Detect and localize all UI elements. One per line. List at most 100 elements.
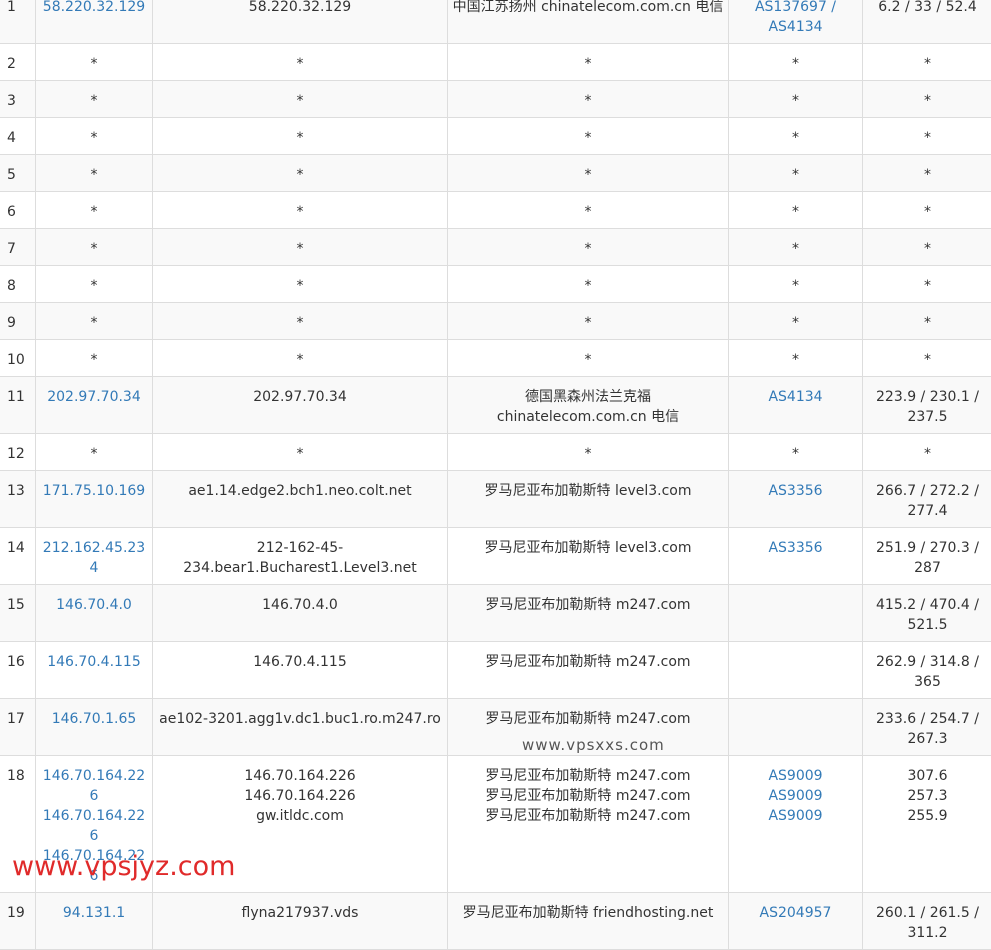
hop-ip: * [40, 54, 148, 74]
hop-asn-link[interactable]: AS3356 [733, 538, 858, 558]
hop-latency: 257.3 [867, 786, 988, 806]
hop-hostname: * [157, 165, 443, 185]
hop-ip-link[interactable]: 146.70.1.65 [40, 709, 148, 729]
hop-latency: * [867, 444, 988, 464]
hop-ip: * [40, 313, 148, 333]
table-row: 6***** [0, 192, 991, 229]
hop-number: 6 [0, 192, 36, 229]
hop-hostname-cell: * [153, 266, 448, 303]
hop-asn-cell: * [729, 434, 863, 471]
hop-hostname-cell: 58.220.32.129 [153, 0, 448, 44]
hop-ip: * [40, 91, 148, 111]
hop-number: 4 [0, 118, 36, 155]
hop-asn: * [733, 239, 858, 259]
hop-ip-link[interactable]: 146.70.4.0 [40, 595, 148, 615]
table-row: 11202.97.70.34202.97.70.34德国黑森州法兰克福china… [0, 377, 991, 434]
hop-asn: * [733, 91, 858, 111]
hop-asn-cell: * [729, 44, 863, 81]
hop-latency: 266.7 / 272.2 / [867, 481, 988, 501]
hop-latency: 262.9 / 314.8 / [867, 652, 988, 672]
hop-hostname: * [157, 444, 443, 464]
table-row: 2***** [0, 44, 991, 81]
hop-latency-cell: * [863, 266, 991, 303]
hop-hostname-cell: ae1.14.edge2.bch1.neo.colt.net [153, 471, 448, 528]
hop-ip-link[interactable]: 171.75.10.169 [40, 481, 148, 501]
hop-ip-cell: * [36, 192, 153, 229]
hop-latency: * [867, 239, 988, 259]
hop-latency: 365 [867, 672, 988, 692]
hop-ip-link[interactable]: 146.70.164.226 [40, 806, 148, 846]
hop-location-cell: 罗马尼亚布加勒斯特 m247.com [448, 642, 729, 699]
hop-location: 罗马尼亚布加勒斯特 level3.com [452, 481, 724, 501]
hop-location-cell: * [448, 340, 729, 377]
table-row: 9***** [0, 303, 991, 340]
hop-asn-cell: AS3356 [729, 471, 863, 528]
hop-asn-cell: * [729, 118, 863, 155]
hop-asn-cell: AS4134 [729, 377, 863, 434]
hop-asn-cell: AS3356 [729, 528, 863, 585]
hop-location-cell: * [448, 303, 729, 340]
table-row: 7***** [0, 229, 991, 266]
hop-latency-cell: 262.9 / 314.8 /365 [863, 642, 991, 699]
hop-latency: 277.4 [867, 501, 988, 521]
table-row: 158.220.32.12958.220.32.129中国江苏扬州 chinat… [0, 0, 991, 44]
hop-ip-link[interactable]: 212.162.45.234 [40, 538, 148, 578]
hop-hostname-cell: ae102-3201.agg1v.dc1.buc1.ro.m247.ro [153, 699, 448, 756]
hop-ip-cell: * [36, 118, 153, 155]
hop-location: 中国江苏扬州 chinatelecom.com.cn 电信 [452, 0, 724, 17]
watermark-vpsxxs: www.vpsxxs.com [522, 736, 665, 754]
hop-hostname-cell: 146.70.4.115 [153, 642, 448, 699]
hop-asn: * [733, 202, 858, 222]
hop-location: * [452, 165, 724, 185]
hop-hostname: 146.70.164.226 [157, 766, 443, 786]
hop-asn-link[interactable]: AS204957 [733, 903, 858, 923]
hop-asn-link[interactable]: AS137697 / [733, 0, 858, 17]
hop-number: 7 [0, 229, 36, 266]
hop-ip: * [40, 350, 148, 370]
hop-asn-cell: AS9009AS9009AS9009 [729, 756, 863, 893]
hop-ip-cell: * [36, 81, 153, 118]
hop-latency-cell: * [863, 229, 991, 266]
hop-hostname-cell: * [153, 192, 448, 229]
hop-location-cell: 罗马尼亚布加勒斯特 friendhosting.net [448, 893, 729, 950]
hop-latency: 287 [867, 558, 988, 578]
hop-location-cell: * [448, 229, 729, 266]
hop-location: 罗马尼亚布加勒斯特 m247.com [452, 709, 724, 729]
hop-location: 罗马尼亚布加勒斯特 m247.com [452, 806, 724, 826]
hop-latency-cell: 415.2 / 470.4 /521.5 [863, 585, 991, 642]
hop-asn-cell: * [729, 266, 863, 303]
hop-number: 15 [0, 585, 36, 642]
hop-ip: * [40, 276, 148, 296]
hop-ip-link[interactable]: 58.220.32.129 [40, 0, 148, 17]
hop-latency: 521.5 [867, 615, 988, 635]
hop-asn-link[interactable]: AS3356 [733, 481, 858, 501]
hop-hostname-cell: 212-162-45-234.bear1.Bucharest1.Level3.n… [153, 528, 448, 585]
hop-location: * [452, 128, 724, 148]
hop-hostname: ae1.14.edge2.bch1.neo.colt.net [157, 481, 443, 501]
watermark-vpsjyz: www.vpsjyz.com [12, 850, 235, 884]
table-row: 16146.70.4.115146.70.4.115罗马尼亚布加勒斯特 m247… [0, 642, 991, 699]
hop-hostname: 234.bear1.Bucharest1.Level3.net [157, 558, 443, 578]
hop-ip-link[interactable]: 94.131.1 [40, 903, 148, 923]
hop-latency: * [867, 350, 988, 370]
hop-hostname-cell: * [153, 340, 448, 377]
hop-ip: * [40, 239, 148, 259]
table-row: 1994.131.1flyna217937.vds罗马尼亚布加勒斯特 frien… [0, 893, 991, 950]
hop-asn-link[interactable]: AS4134 [733, 17, 858, 37]
hop-asn-link[interactable]: AS9009 [733, 766, 858, 786]
hop-ip-link[interactable]: 202.97.70.34 [40, 387, 148, 407]
hop-asn: * [733, 54, 858, 74]
hop-hostname: 202.97.70.34 [157, 387, 443, 407]
hop-latency-cell: * [863, 44, 991, 81]
hop-location: * [452, 239, 724, 259]
hop-asn-link[interactable]: AS9009 [733, 786, 858, 806]
hop-ip-link[interactable]: 146.70.4.115 [40, 652, 148, 672]
hop-asn-link[interactable]: AS9009 [733, 806, 858, 826]
hop-asn-link[interactable]: AS4134 [733, 387, 858, 407]
hop-asn-cell: * [729, 192, 863, 229]
traceroute-body: 158.220.32.12958.220.32.129中国江苏扬州 chinat… [0, 0, 991, 950]
hop-location-cell: * [448, 44, 729, 81]
hop-hostname: ae102-3201.agg1v.dc1.buc1.ro.m247.ro [157, 709, 443, 729]
hop-ip-link[interactable]: 146.70.164.226 [40, 766, 148, 806]
hop-number: 11 [0, 377, 36, 434]
